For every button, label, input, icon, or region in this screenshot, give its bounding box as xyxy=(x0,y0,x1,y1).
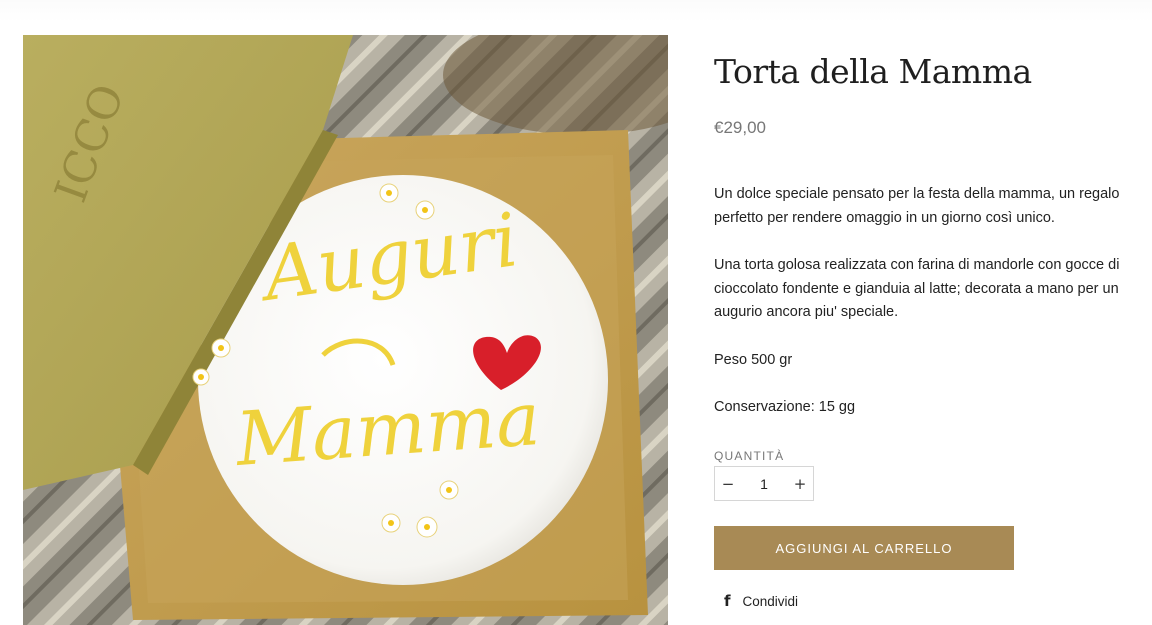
description-paragraph: Una torta golosa realizzata con farina d… xyxy=(714,257,1120,320)
cake-photo: ICCO Auguri Mamma xyxy=(23,35,668,625)
quantity-stepper: − + xyxy=(714,466,814,501)
quantity-increase-button[interactable]: + xyxy=(787,467,813,500)
add-to-cart-button[interactable]: AGGIUNGI AL CARRELLO xyxy=(714,526,1014,570)
header-edge xyxy=(0,0,1152,22)
product-storage: Conservazione: 15 gg xyxy=(714,399,856,415)
product-image[interactable]: ICCO Auguri Mamma xyxy=(23,35,668,625)
description-paragraph: Un dolce speciale pensato per la festa d… xyxy=(714,186,1120,226)
share-facebook-link[interactable]: f Condividi xyxy=(724,592,798,610)
quantity-label: QUANTITÀ xyxy=(714,449,785,463)
quantity-decrease-button[interactable]: − xyxy=(715,467,741,500)
product-description: Un dolce speciale pensato per la festa d… xyxy=(714,183,1134,444)
product-title: Torta della Mamma xyxy=(714,52,1032,91)
share-label: Condividi xyxy=(742,593,799,609)
quantity-input[interactable] xyxy=(741,474,787,493)
product-price: €29,00 xyxy=(714,118,766,137)
facebook-icon: f xyxy=(724,592,731,610)
product-weight: Peso 500 gr xyxy=(714,351,793,368)
